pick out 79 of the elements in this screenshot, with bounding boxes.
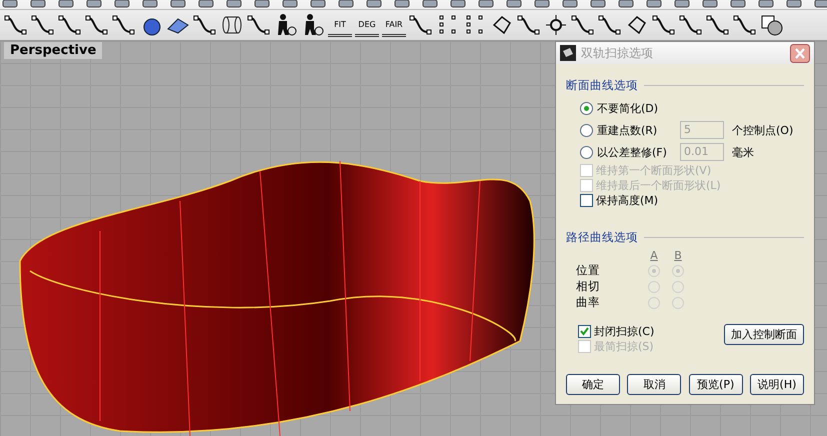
curve-icon[interactable] xyxy=(4,12,28,37)
toolbar-icon[interactable] xyxy=(252,0,272,8)
toolbar-button[interactable]: FAIR xyxy=(382,12,406,37)
toolbar-icon[interactable] xyxy=(476,0,496,8)
curve-icon[interactable] xyxy=(85,12,109,37)
curve-icon[interactable] xyxy=(31,12,55,37)
option-label[interactable]: 重建点数(R) xyxy=(597,122,658,138)
radio-button[interactable] xyxy=(580,124,593,136)
radio-button[interactable] xyxy=(580,146,593,158)
toolbar-icon[interactable] xyxy=(784,0,804,8)
toolbar-icon[interactable] xyxy=(280,0,300,8)
row-label: 曲率 xyxy=(576,295,601,310)
toolbar-icon[interactable] xyxy=(28,0,48,8)
dialog-button[interactable]: 取消 xyxy=(627,374,682,395)
checkbox-label[interactable]: 封闭扫掠(C) xyxy=(594,324,654,339)
curve-icon[interactable] xyxy=(193,12,217,37)
dialog-button[interactable]: 预览(P) xyxy=(688,374,743,395)
dialog-button[interactable]: 确定 xyxy=(566,374,620,395)
option-label[interactable]: 以公差整修(F) xyxy=(597,144,667,160)
toolbar-icon[interactable] xyxy=(140,0,160,8)
toolbar-icon[interactable] xyxy=(560,0,580,8)
checkmark-icon xyxy=(579,326,590,337)
toolbar-icon[interactable] xyxy=(336,0,356,8)
toolbar-icon[interactable] xyxy=(84,0,104,8)
toolbar-button[interactable]: FIT xyxy=(328,12,352,37)
column-header: B xyxy=(673,249,683,262)
unit-label: 个控制点(O) xyxy=(732,122,794,138)
toolbar-icon[interactable] xyxy=(728,0,748,8)
section-title: 断面曲线选项 xyxy=(566,78,638,93)
curve-icon[interactable] xyxy=(517,12,541,37)
toolbar-icon[interactable] xyxy=(56,0,76,8)
curve-icon[interactable] xyxy=(112,12,136,37)
toolbar-icon[interactable] xyxy=(448,0,468,8)
close-icon[interactable] xyxy=(790,44,810,62)
dialog-button[interactable]: 说明(H) xyxy=(750,374,804,395)
window-title: 双轨扫掠选项 xyxy=(581,44,654,62)
option-label[interactable]: 不要简化(D) xyxy=(597,100,658,116)
radio-button[interactable] xyxy=(580,102,593,114)
add-section-button[interactable]: 加入控制断面 xyxy=(724,324,804,345)
toolbar-icon[interactable] xyxy=(392,0,412,8)
toolbar-icon[interactable] xyxy=(0,0,20,8)
curve-icon[interactable] xyxy=(409,12,433,37)
curve-icon[interactable] xyxy=(652,12,676,37)
row-label: 位置 xyxy=(576,263,601,278)
toolbar-icon[interactable] xyxy=(672,0,692,8)
column-header: A xyxy=(649,249,659,262)
curve-icon[interactable] xyxy=(247,12,271,37)
toolbar-icon[interactable] xyxy=(112,0,132,8)
toolbar-icon[interactable] xyxy=(532,0,552,8)
checkbox-label[interactable]: 保持高度(M) xyxy=(596,193,658,208)
curve-icon[interactable] xyxy=(571,12,595,37)
curve-icon[interactable] xyxy=(733,12,757,37)
toolbar-icon[interactable] xyxy=(756,0,776,8)
toolbar-icon[interactable] xyxy=(364,0,384,8)
shape-icon[interactable] xyxy=(760,12,784,37)
curve-icon[interactable] xyxy=(58,12,82,37)
checkbox[interactable] xyxy=(578,325,591,338)
toolbar-icon[interactable] xyxy=(700,0,720,8)
viewport-tab[interactable]: Perspective xyxy=(4,42,102,59)
toolbar-button[interactable]: DEG xyxy=(355,12,379,37)
toolbar-icon[interactable] xyxy=(588,0,608,8)
checkbox[interactable] xyxy=(580,194,593,207)
toolbar-icon[interactable] xyxy=(308,0,328,8)
toolbar-icon[interactable] xyxy=(168,0,188,8)
curve-icon[interactable] xyxy=(706,12,730,37)
toolbar-icon[interactable] xyxy=(644,0,664,8)
toolbar-icon[interactable] xyxy=(504,0,524,8)
toolbar-icon[interactable] xyxy=(196,0,216,8)
toolbar-icon[interactable] xyxy=(420,0,440,8)
app-icon xyxy=(560,45,576,61)
toolbar-icon[interactable] xyxy=(812,0,827,8)
section-title: 路径曲线选项 xyxy=(566,230,638,245)
unit-label: 毫米 xyxy=(732,144,754,160)
point-icon[interactable] xyxy=(544,12,568,37)
toolbar-icon[interactable] xyxy=(224,0,244,8)
curve-icon[interactable] xyxy=(679,12,703,37)
toolbar-icon[interactable] xyxy=(616,0,636,8)
row-label: 相切 xyxy=(576,279,601,294)
curve-icon[interactable] xyxy=(598,12,622,37)
